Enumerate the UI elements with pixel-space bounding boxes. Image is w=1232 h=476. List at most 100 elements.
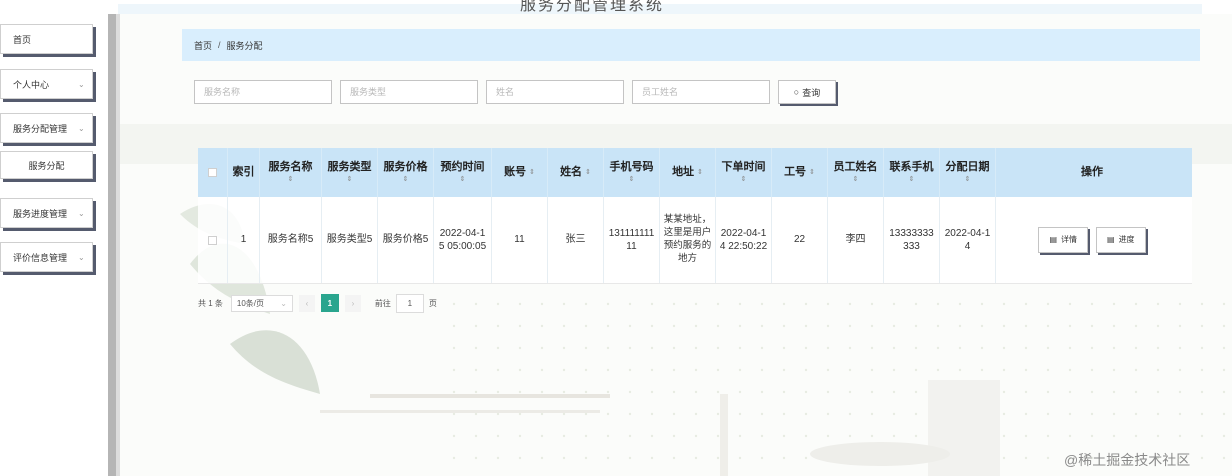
- cell-account: 11: [492, 197, 548, 283]
- sidebar-item-home[interactable]: 首页: [0, 24, 93, 54]
- sort-icon[interactable]: ⇕: [741, 175, 747, 184]
- header-contact-phone[interactable]: 联系手机 ⇕: [884, 148, 940, 197]
- row-checkbox[interactable]: [208, 235, 217, 245]
- sort-icon[interactable]: ⇕: [697, 168, 703, 177]
- header-select-all[interactable]: [198, 148, 228, 197]
- header-label: 联系手机: [889, 161, 934, 174]
- page-size-value: 10条/页: [236, 298, 265, 308]
- page-suffix: 页: [428, 298, 437, 308]
- cell-appointment-time: 2022-04-15 05:00:05: [434, 197, 492, 283]
- header-label: 工号: [784, 166, 807, 179]
- cell-assign-date: 2022-04-14: [940, 197, 996, 283]
- header-label: 下单时间: [721, 161, 766, 174]
- header-name[interactable]: 姓名 ⇕: [548, 148, 604, 197]
- cell-contact-phone: 13333333333: [884, 197, 940, 283]
- chevron-down-icon: ⌄: [78, 252, 85, 262]
- breadcrumb-home[interactable]: 首页: [194, 39, 212, 52]
- sort-icon[interactable]: ⇕: [965, 175, 971, 184]
- customer-name-input[interactable]: [486, 80, 624, 104]
- page-number-current[interactable]: 1: [320, 294, 339, 312]
- sidebar: 首页 个人中心 ⌄ 服务分配管理 ⌄ 服务分配 服务进度管理 ⌄ 评价信息管理 …: [0, 0, 108, 476]
- select-all-checkbox[interactable]: [208, 168, 217, 177]
- next-page-button[interactable]: ›: [344, 294, 361, 312]
- header-employee-id[interactable]: 工号 ⇕: [772, 148, 828, 197]
- cell-order-time: 2022-04-14 22:50:22: [716, 197, 772, 283]
- service-name-input[interactable]: [194, 80, 332, 104]
- goto-page-input[interactable]: 1: [395, 293, 424, 313]
- search-icon: ○: [793, 87, 800, 97]
- header-appointment-time[interactable]: 预约时间 ⇕: [434, 148, 492, 197]
- header-employee-name[interactable]: 员工姓名 ⇕: [828, 148, 884, 197]
- header-label: 员工姓名: [833, 161, 878, 174]
- page-size-select[interactable]: 10条/页 ⌄: [230, 294, 293, 312]
- header-service-price[interactable]: 服务价格 ⇕: [378, 148, 434, 197]
- sidebar-item-progress-mgmt[interactable]: 服务进度管理 ⌄: [0, 198, 93, 228]
- sidebar-scrollbar[interactable]: [108, 14, 116, 476]
- sidebar-item-service-assign[interactable]: 服务分配: [0, 151, 93, 179]
- sidebar-item-label: 服务进度管理: [13, 208, 68, 219]
- watermark: @稀土掘金技术社区: [1064, 452, 1191, 468]
- employee-name-input[interactable]: [632, 80, 770, 104]
- sidebar-item-label: 个人中心: [13, 79, 50, 90]
- document-icon: ▤: [1107, 234, 1115, 244]
- header-label: 分配日期: [945, 161, 990, 174]
- header-label: 姓名: [560, 166, 583, 179]
- chevron-down-icon: ⌄: [280, 298, 287, 308]
- header-account[interactable]: 账号 ⇕: [492, 148, 548, 197]
- document-icon: ▤: [1049, 234, 1057, 244]
- header-index: 索引: [228, 148, 260, 197]
- sort-icon[interactable]: ⇕: [403, 175, 409, 184]
- detail-button[interactable]: ▤ 详情: [1038, 227, 1088, 253]
- sort-icon[interactable]: ⇕: [629, 175, 635, 184]
- breadcrumb-separator: /: [218, 40, 221, 50]
- header-label: 地址: [672, 166, 695, 179]
- header-label: 预约时间: [440, 161, 485, 174]
- sort-icon[interactable]: ⇕: [460, 175, 466, 184]
- data-table: 索引 服务名称 ⇕ 服务类型 ⇕ 服务价格 ⇕ 预约时间 ⇕ 账号 ⇕ 姓名 ⇕ 手机号码 ⇕…: [198, 148, 1192, 284]
- sort-icon[interactable]: ⇕: [288, 175, 294, 184]
- sidebar-item-label: 首页: [13, 34, 32, 45]
- sidebar-item-label: 服务分配管理: [13, 123, 68, 134]
- cell-service-name: 服务名称5: [260, 197, 322, 283]
- header-service-type[interactable]: 服务类型 ⇕: [322, 148, 378, 197]
- header-label: 索引: [232, 166, 255, 179]
- page-title: 服务分配管理系统: [520, 0, 665, 14]
- prev-page-button[interactable]: ‹: [298, 294, 315, 312]
- cell-address: 某某地址，这里是用户预约服务的地方: [660, 197, 716, 283]
- header-address[interactable]: 地址 ⇕: [660, 148, 716, 197]
- sidebar-item-label: 评价信息管理: [13, 252, 68, 263]
- main-content: 首页 / 服务分配 ○ 查询 索引 服务名称⇕ 服务类型⇕ 服务价格⇕ 预约时间…: [120, 14, 1232, 476]
- sort-icon[interactable]: ⇕: [909, 175, 915, 184]
- header-order-time[interactable]: 下单时间 ⇕: [716, 148, 772, 197]
- progress-button-label: 进度: [1118, 234, 1135, 244]
- header-label: 服务类型: [327, 161, 372, 174]
- goto-label: 前往: [374, 298, 391, 308]
- header-label: 服务名称: [268, 161, 313, 174]
- chevron-down-icon: ⌄: [78, 79, 85, 89]
- table-header: 索引 服务名称 ⇕ 服务类型 ⇕ 服务价格 ⇕ 预约时间 ⇕ 账号 ⇕ 姓名 ⇕ 手机号码 ⇕…: [198, 148, 1192, 197]
- sidebar-item-profile[interactable]: 个人中心 ⌄: [0, 69, 93, 99]
- header-phone[interactable]: 手机号码 ⇕: [604, 148, 660, 197]
- sort-icon[interactable]: ⇕: [853, 175, 859, 184]
- header-assign-date[interactable]: 分配日期 ⇕: [940, 148, 996, 197]
- sort-icon[interactable]: ⇕: [585, 168, 591, 177]
- cell-employee-name: 李四: [828, 197, 884, 283]
- cell-employee-id: 22: [772, 197, 828, 283]
- row-select[interactable]: [198, 197, 228, 283]
- header-label: 手机号码: [609, 161, 654, 174]
- cell-index: 1: [228, 197, 260, 283]
- header-service-name[interactable]: 服务名称 ⇕: [260, 148, 322, 197]
- cell-service-type: 服务类型5: [322, 197, 378, 283]
- detail-button-label: 详情: [1061, 234, 1077, 244]
- sort-icon[interactable]: ⇕: [809, 168, 815, 177]
- sidebar-item-label: 服务分配: [28, 160, 65, 171]
- query-button[interactable]: ○ 查询: [778, 80, 836, 104]
- progress-button[interactable]: ▤ 进度: [1096, 227, 1146, 253]
- sidebar-item-review-mgmt[interactable]: 评价信息管理 ⌄: [0, 242, 93, 272]
- sidebar-item-service-assign-mgmt[interactable]: 服务分配管理 ⌄: [0, 113, 93, 143]
- query-button-label: 查询: [802, 87, 821, 98]
- sort-icon[interactable]: ⇕: [529, 168, 535, 177]
- sort-icon[interactable]: ⇕: [347, 175, 353, 184]
- breadcrumb: 首页 / 服务分配: [182, 29, 1200, 61]
- service-type-input[interactable]: [340, 80, 478, 104]
